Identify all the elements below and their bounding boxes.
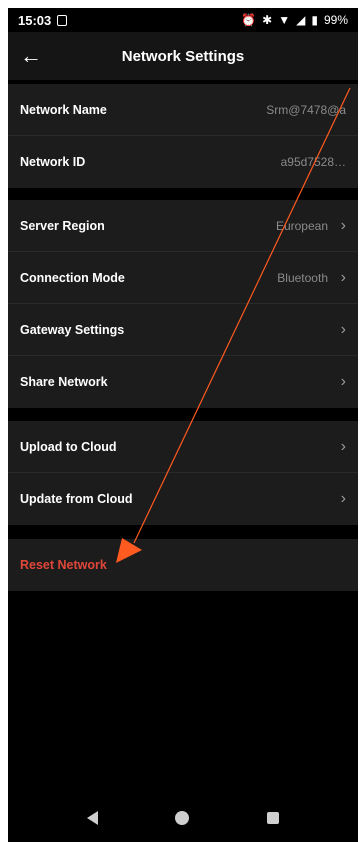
row-label: Update from Cloud [20,492,133,506]
chevron-right-icon: › [340,320,346,338]
chevron-right-icon: › [340,268,346,286]
reset-group: Reset Network [8,539,358,591]
status-time: 15:03 [18,12,52,28]
battery-icon: ▮ [311,13,318,27]
row-label: Upload to Cloud [20,439,117,454]
row-value: a95d7528… [280,155,346,169]
row-connection-mode[interactable]: Connection Mode Bluetooth › [8,252,358,304]
system-nav-bar [8,794,358,842]
status-icons: ⏰ ✱ ▼ ◢ ▮ 99% [241,13,348,27]
nav-back-icon[interactable] [86,811,98,825]
alarm-icon: ⏰ [241,13,257,27]
signal-icon: ◢ [296,13,306,27]
cloud-group: Upload to Cloud › Update from Cloud › [8,421,358,525]
row-label: Network ID [20,155,86,169]
row-gateway-settings[interactable]: Gateway Settings › [8,304,358,356]
bluetooth-icon: ✱ [262,13,273,27]
row-label: Reset Network [20,558,107,572]
row-update-from-cloud[interactable]: Update from Cloud › [8,473,358,525]
row-value: Bluetooth [277,270,328,285]
network-config-group: Server Region European › Connection Mode… [8,200,358,408]
page-title: Network Settings [121,47,245,65]
phone-screen: 15:03 ⏰ ✱ ▼ ◢ ▮ 99% ← Network Settings N… [8,8,358,842]
nav-home-icon[interactable] [175,811,190,825]
app-bar: ← Network Settings [8,32,358,80]
row-label: Gateway Settings [20,322,125,337]
reset-network-button[interactable]: Reset Network [8,539,358,591]
row-label: Network Name [20,102,107,117]
row-label: Share Network [20,375,108,389]
chevron-right-icon: › [340,490,346,507]
nav-recents-icon[interactable] [267,812,280,824]
row-share-network[interactable]: Share Network › [8,356,358,408]
row-network-id[interactable]: Network ID a95d7528… [8,136,358,188]
row-label: Server Region [20,218,105,233]
row-server-region[interactable]: Server Region European › [8,200,358,252]
chevron-right-icon: › [340,437,346,455]
network-info-group: Network Name Srm@7478@a Network ID a95d7… [8,84,358,188]
row-upload-to-cloud[interactable]: Upload to Cloud › [8,421,358,473]
battery-percent: 99% [323,13,348,27]
wifi-icon: ▼ [278,13,291,27]
row-value: Srm@7478@a [266,102,346,117]
chevron-right-icon: › [340,373,346,390]
chevron-right-icon: › [340,216,346,234]
sim-icon [57,14,68,26]
row-network-name[interactable]: Network Name Srm@7478@a [8,84,358,136]
row-value: European [275,218,328,233]
row-label: Connection Mode [20,270,125,285]
arrow-left-icon[interactable]: ← [8,32,54,80]
status-bar: 15:03 ⏰ ✱ ▼ ◢ ▮ 99% [8,8,358,32]
